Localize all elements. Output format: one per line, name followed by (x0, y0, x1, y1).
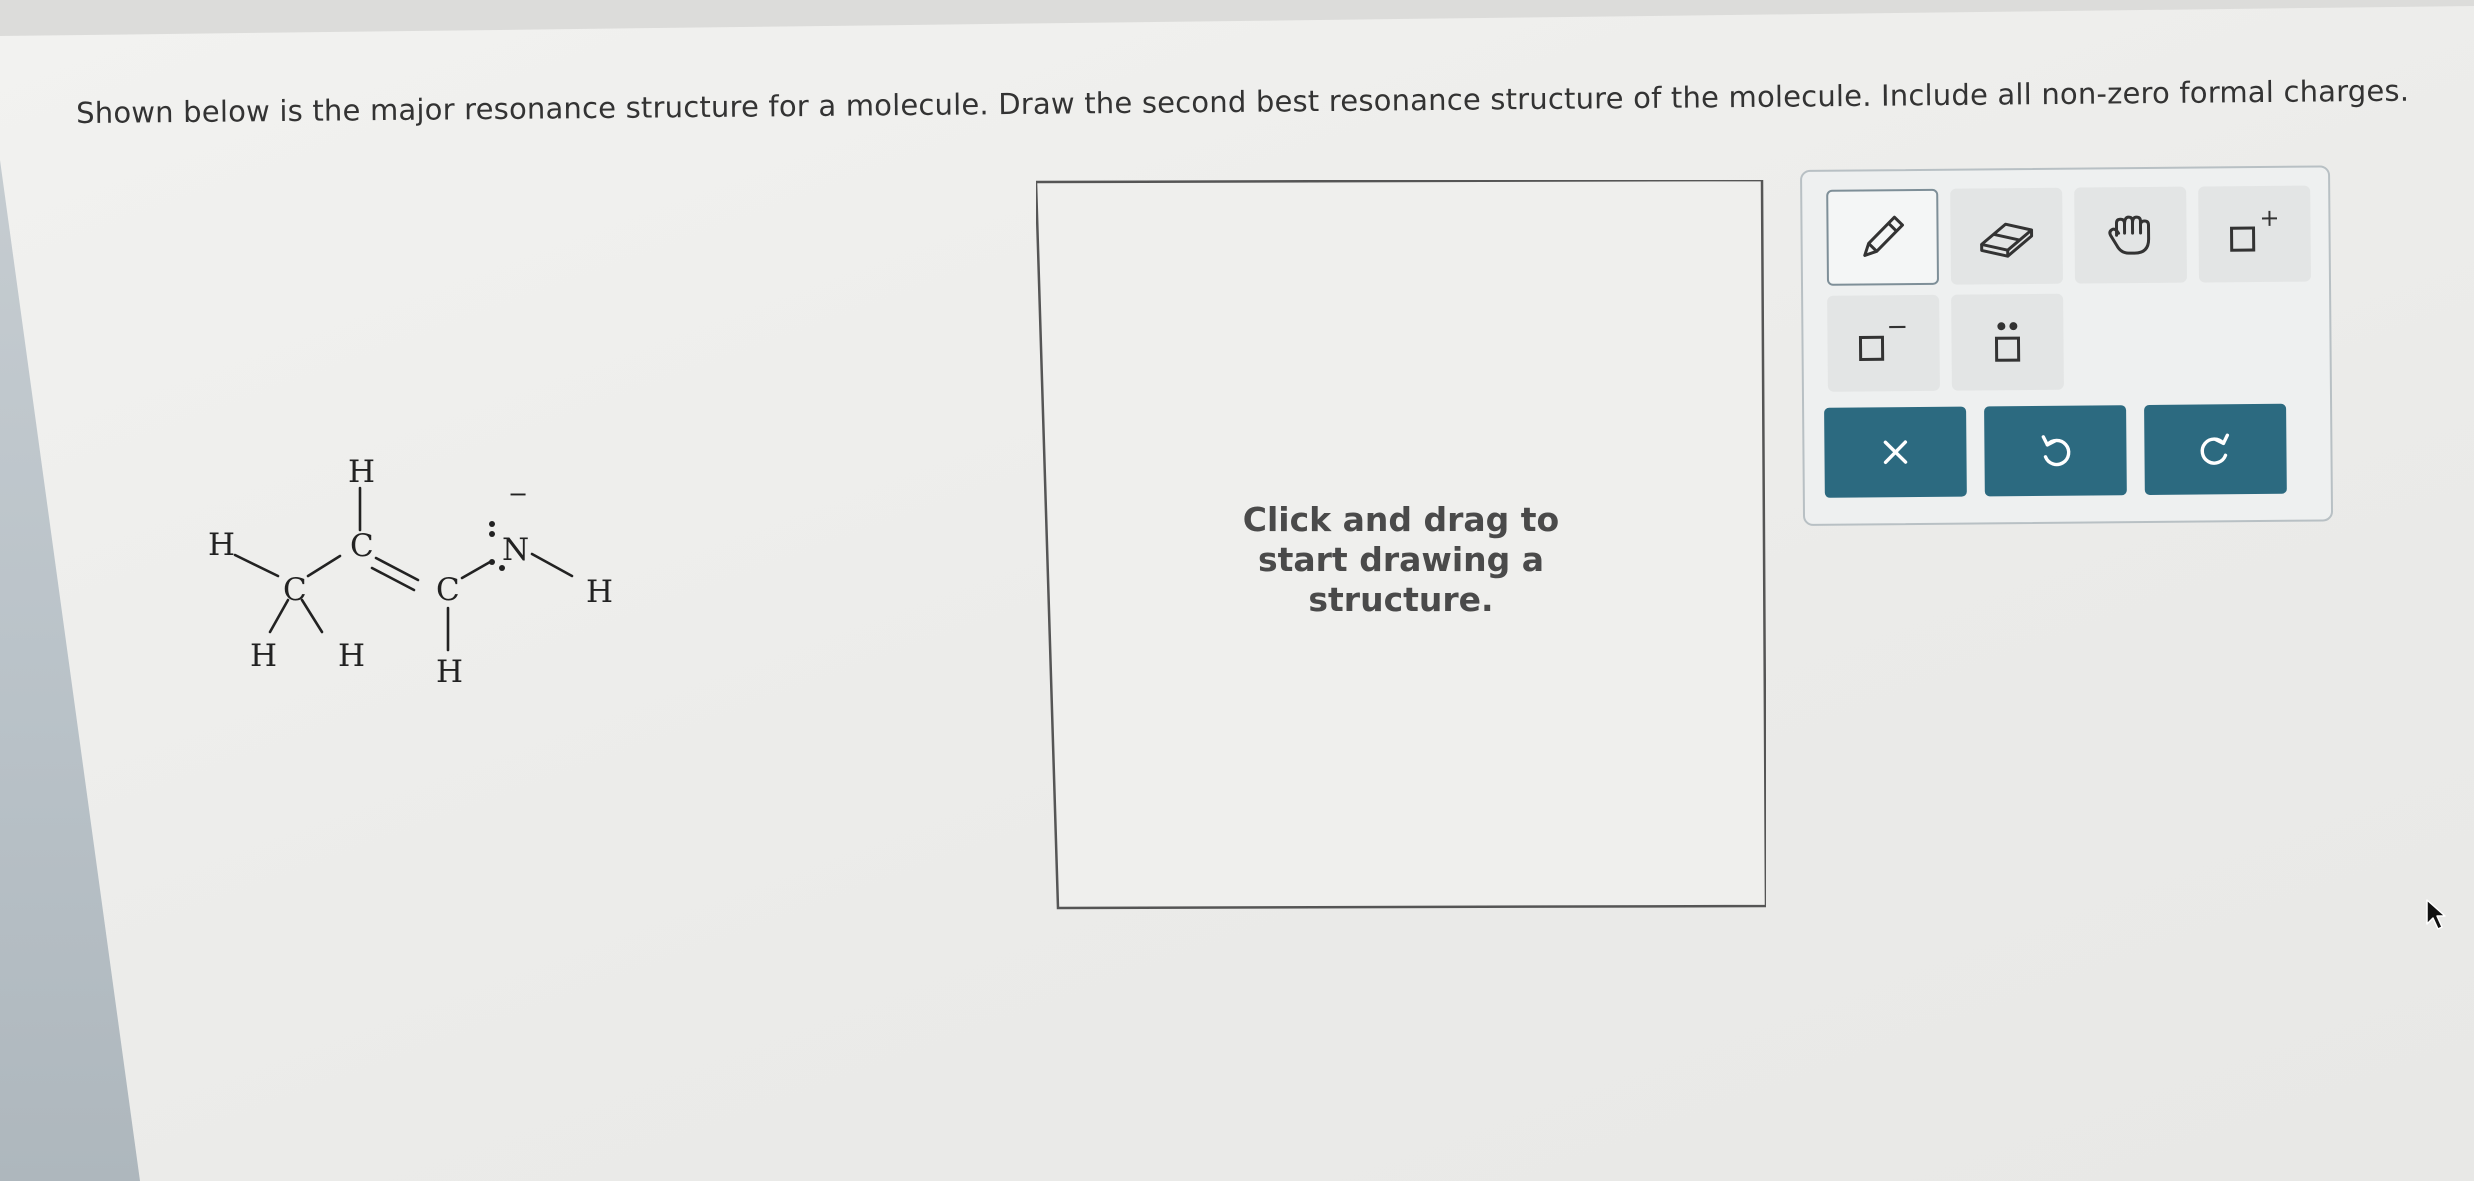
atom-n: N (502, 532, 529, 568)
atom-h-left: H (208, 527, 235, 563)
canvas-hint-text: Click and drag to start drawing a struct… (1242, 500, 1560, 619)
drawing-toolbar: + − (1800, 165, 2334, 526)
molecule-drawing: H C H H H C C H N − H (208, 454, 613, 690)
atom-h-top: H (348, 454, 375, 490)
atom-h-c3: H (436, 654, 463, 690)
positive-charge-tool-button[interactable]: + (2198, 185, 2311, 283)
atom-h-c1-a: H (250, 638, 277, 674)
cursor-arrow-icon (2426, 899, 2446, 930)
atom-h-n: H (586, 574, 613, 610)
clear-button[interactable] (1824, 406, 1967, 498)
plus-sign: + (2259, 204, 2279, 232)
eraser-icon (1980, 222, 2034, 258)
eraser-tool-button[interactable] (1950, 187, 2064, 285)
bond-n-h (530, 552, 574, 578)
hand-tool-button[interactable] (2074, 186, 2187, 284)
undo-button[interactable] (1984, 405, 2127, 497)
n-formal-charge: − (508, 480, 528, 508)
redo-icon (2200, 433, 2230, 465)
negative-charge-icon: − (1858, 313, 1908, 361)
bond-c2-c3-a (374, 556, 420, 582)
bond-c2-c3-b (370, 566, 416, 592)
bond-h-c1 (233, 553, 280, 578)
pencil-tool-button[interactable] (1826, 188, 1940, 286)
atom-c2: C (350, 528, 374, 564)
mouse-cursor (2424, 898, 2450, 936)
drawing-canvas[interactable]: Click and drag to start drawing a struct… (1036, 180, 1766, 910)
pencil-icon (1863, 215, 1904, 257)
minus-sign: − (1886, 313, 1908, 342)
undo-icon (2041, 435, 2071, 467)
given-molecule: H C H H H C C H N − H (190, 420, 650, 720)
atom-c1: C (283, 572, 307, 608)
close-icon (1883, 440, 1908, 464)
bond-c3-n (460, 560, 492, 580)
hand-icon (2108, 215, 2151, 255)
atom-h-c1-b: H (338, 638, 365, 674)
positive-charge-icon: + (2230, 204, 2280, 252)
bond-c1-c2 (306, 554, 342, 578)
redo-button[interactable] (2144, 403, 2287, 496)
atom-c3: C (436, 572, 460, 608)
negative-charge-tool-button[interactable]: − (1827, 294, 1940, 392)
lone-pair-icon (1994, 322, 2021, 362)
lone-pair-tool-button[interactable] (1951, 293, 2064, 391)
